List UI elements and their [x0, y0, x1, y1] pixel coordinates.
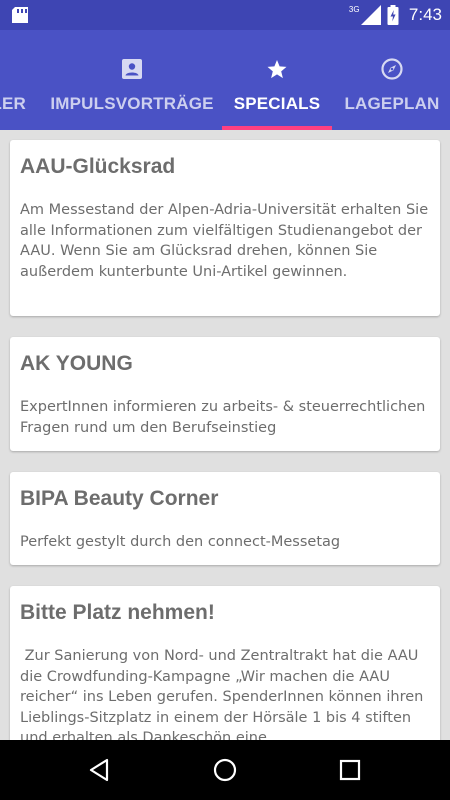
contact-card-icon	[122, 59, 142, 79]
clock: 7:43	[408, 5, 442, 24]
tab-label: IMPULSVORTRÄGE	[50, 94, 214, 113]
card-description: ExpertInnen informieren zu arbeits- & st…	[20, 399, 430, 436]
list-item[interactable]: BIPA Beauty Corner Perfekt gestylt durch…	[10, 472, 440, 565]
card-title: AAU-Glücksrad	[20, 155, 176, 178]
recents-icon[interactable]	[337, 757, 363, 783]
network-type: 3G	[348, 5, 360, 14]
card-description: Zur Sanierung von Nord- und Zentraltrakt…	[20, 648, 428, 740]
specials-list[interactable]: AAU-Glücksrad Am Messestand der Alpen-Ad…	[0, 130, 450, 740]
back-icon[interactable]	[87, 757, 113, 783]
tab-lageplan[interactable]: LAGEPLAN	[342, 30, 442, 130]
sd-card-icon	[12, 7, 28, 23]
list-item[interactable]: Bitte Platz nehmen! Zur Sanierung von No…	[10, 586, 440, 740]
tab-specials[interactable]: SPECIALS	[222, 30, 332, 130]
card-description: Perfekt gestylt durch den connect-Messet…	[20, 534, 341, 550]
card-title: BIPA Beauty Corner	[20, 487, 219, 510]
tab-bar: LER IMPULSVORTRÄGE SPECIALS LAGEPLAN	[0, 30, 450, 130]
card-title: Bitte Platz nehmen!	[20, 601, 215, 624]
card-title: AK YOUNG	[20, 352, 133, 375]
battery-icon	[387, 5, 399, 25]
signal-icon	[360, 5, 381, 25]
list-item[interactable]: AK YOUNG ExpertInnen informieren zu arbe…	[10, 337, 440, 451]
navigation-bar	[0, 740, 450, 800]
tab-label: LER	[0, 94, 26, 113]
status-bar: 3G 7:43	[0, 0, 450, 30]
tab-label: SPECIALS	[233, 94, 321, 113]
home-icon[interactable]	[212, 757, 238, 783]
star-icon	[267, 60, 287, 79]
compass-icon	[381, 58, 403, 80]
list-item[interactable]: AAU-Glücksrad Am Messestand der Alpen-Ad…	[10, 140, 440, 316]
tab-partial[interactable]: LER	[0, 30, 30, 130]
tab-impulsvortraege[interactable]: IMPULSVORTRÄGE	[47, 30, 217, 130]
card-description: Am Messestand der Alpen-Adria-Universitä…	[20, 202, 433, 280]
tab-label: LAGEPLAN	[344, 94, 440, 113]
